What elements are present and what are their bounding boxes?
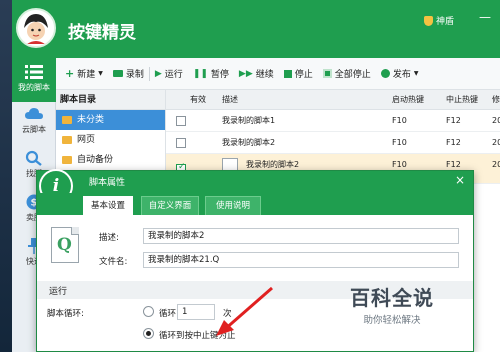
record-button[interactable]: 录制 (108, 67, 149, 80)
loop-count-radio[interactable] (143, 306, 154, 317)
cell-desc: 我录制的脚本2 (222, 138, 276, 147)
column-header[interactable]: 有效 (190, 90, 206, 110)
cell-stop-key: F12 (446, 138, 461, 147)
enabled-checkbox[interactable] (176, 138, 186, 148)
cell-start-key: F10 (392, 116, 407, 125)
app-title: 按键精灵 (68, 23, 136, 43)
cell-modified: 201 (492, 116, 500, 125)
title-bar: 按键精灵 神盾 — (12, 0, 500, 58)
tree-item-web[interactable]: 网页 (56, 130, 165, 150)
table-header: 有效 描述 启动热键 中止热键 修 (166, 90, 500, 110)
folder-icon (62, 156, 72, 164)
desc-field[interactable]: 我录制的脚本2 (143, 228, 459, 244)
play-icon: ▶ (154, 68, 162, 79)
nav-label: 我的脚本 (18, 83, 50, 92)
shield-label: 神盾 (435, 17, 454, 27)
cell-modified: 201 (492, 160, 500, 169)
plus-icon: + (65, 67, 75, 80)
record-label: 录制 (125, 70, 144, 80)
watermark-subtitle: 助你轻松解决 (363, 315, 421, 326)
loop-label: 脚本循环: (47, 309, 84, 319)
stop-icon (283, 69, 292, 78)
publish-icon (380, 69, 390, 78)
watermark-title: 百科全说 (350, 286, 434, 310)
pause-icon: ❚❚ (192, 68, 208, 79)
column-header[interactable]: 启动热键 (392, 90, 424, 110)
continue-button[interactable]: ▶▶ 继续 (234, 67, 279, 81)
column-header[interactable]: 中止热键 (446, 90, 478, 110)
folder-icon (62, 136, 72, 144)
script-file-icon: Q (51, 227, 79, 263)
fast-forward-icon: ▶▶ (238, 68, 253, 79)
tab-usage-notes[interactable]: 使用说明 (205, 196, 261, 215)
shield-button[interactable]: 神盾 (423, 14, 454, 27)
table-row[interactable]: 我录制的脚本1 F10 F12 201 (166, 110, 500, 132)
stop-all-button[interactable]: 全部停止 (318, 67, 376, 80)
run-button[interactable]: ▶ 运行 (150, 67, 188, 81)
loop-count-label: 循环 (159, 309, 177, 319)
tab-basic-settings[interactable]: 基本设置 (83, 196, 133, 215)
shield-icon (423, 15, 433, 26)
stop-all-icon (322, 69, 332, 78)
tree-item-label: 未分类 (77, 115, 105, 125)
tab-custom-ui[interactable]: 自定义界面 (141, 196, 199, 215)
q-letter-glyph: Q (57, 235, 72, 255)
tree-item-label: 自动备份 (77, 155, 114, 165)
cloud-icon (25, 108, 43, 119)
tree-item-uncategorized[interactable]: 未分类 (56, 110, 165, 130)
pause-button[interactable]: ❚❚ 暂停 (188, 67, 234, 81)
annotation-arrow (216, 286, 273, 336)
stop-all-label: 全部停止 (334, 70, 371, 80)
chevron-down-icon: ▼ (413, 70, 419, 77)
dialog-tabs: 基本设置 自定义界面 使用说明 (37, 193, 473, 215)
desktop-background (0, 0, 12, 352)
filename-label: 文件名: (99, 257, 128, 267)
cell-start-key: F10 (392, 138, 407, 147)
tree-header: 脚本目录 (56, 90, 165, 110)
nav-label: 云脚本 (22, 125, 46, 134)
app-logo (16, 8, 56, 48)
loop-until-stop-radio[interactable] (143, 328, 154, 339)
stop-button[interactable]: 停止 (279, 67, 318, 80)
list-icon (25, 65, 43, 79)
run-section-label: 运行 (49, 287, 68, 297)
new-button[interactable]: + 新建 ▼ (60, 67, 108, 80)
cell-desc: 我录制的脚本1 (222, 116, 276, 125)
publish-label: 发布 (392, 70, 411, 80)
filename-field[interactable]: 我录制的脚本21.Q (143, 252, 459, 268)
nav-item-my-scripts[interactable]: 我的脚本 (12, 58, 56, 102)
tree-item-auto-backup[interactable]: 自动备份 (56, 150, 165, 170)
column-header[interactable]: 修 (492, 90, 500, 110)
toolbar: + 新建 ▼ 录制 ▶ 运行 ❚❚ 暂停 ▶▶ 继续 停止 全部停止 发布 ▼ (56, 58, 500, 90)
nav-item-cloud[interactable]: 云脚本 (12, 106, 56, 146)
table-row[interactable]: 我录制的脚本2 F10 F12 201 (166, 132, 500, 154)
chevron-down-icon: ▼ (98, 70, 103, 77)
cell-modified: 201 (492, 138, 500, 147)
folder-icon (62, 116, 72, 124)
desc-label: 描述: (99, 233, 119, 243)
camera-icon (112, 70, 123, 77)
stop-label: 停止 (294, 70, 313, 80)
pause-label: 暂停 (210, 70, 229, 80)
publish-button[interactable]: 发布 ▼ (376, 67, 424, 80)
search-icon (25, 150, 42, 166)
close-icon[interactable]: × (455, 173, 465, 187)
tree-item-label: 网页 (77, 135, 96, 145)
run-label: 运行 (164, 70, 183, 80)
minimize-button[interactable]: — (476, 10, 494, 24)
column-header[interactable]: 描述 (222, 90, 238, 110)
dialog-title: 脚本属性 (89, 178, 126, 188)
loop-count-input[interactable]: 1 (177, 304, 215, 320)
enabled-checkbox[interactable] (176, 116, 186, 126)
new-label: 新建 (77, 70, 96, 80)
continue-label: 继续 (255, 70, 274, 80)
watermark: 百科全说 助你轻松解决 (330, 282, 454, 326)
dialog-title-bar: 脚本属性 × (37, 171, 473, 193)
cell-stop-key: F12 (446, 116, 461, 125)
